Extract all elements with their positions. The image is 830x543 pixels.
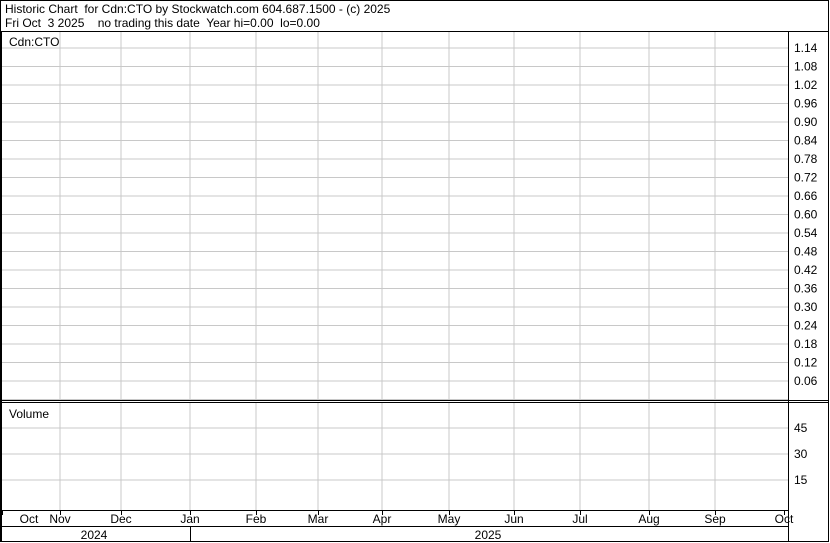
chart-outer-frame [0,0,829,542]
month-label: Jul [572,512,587,526]
price-tick-label: 0.96 [794,97,818,111]
month-label: Sep [704,512,726,526]
month-label: Jan [180,512,199,526]
month-label: Oct [775,512,794,526]
price-tick-label: 1.08 [794,60,818,74]
price-tick-label: 0.18 [794,337,818,351]
month-label: Jun [504,512,523,526]
month-label: Nov [49,512,70,526]
price-tick-label: 0.30 [794,300,818,314]
price-tick-label: 0.36 [794,282,818,296]
price-tick-label: 0.60 [794,208,818,222]
price-tick-label: 1.02 [794,78,818,92]
year-label: 2025 [475,528,502,542]
price-tick-label: 0.12 [794,356,818,370]
stock-chart: 1.14 1.08 1.02 0.96 0.90 0.84 0.78 0.72 0.66 0.60… [0,0,829,542]
symbol-label: Cdn:CTO [9,35,59,49]
price-tick-label: 0.42 [794,263,818,277]
month-label: Dec [110,512,131,526]
year-label: 2024 [81,528,108,542]
price-tick-label: 0.72 [794,171,818,185]
month-label: Apr [373,512,392,526]
month-label: Oct [20,512,39,526]
volume-tick-label: 30 [794,447,808,461]
price-tick-label: 0.66 [794,189,818,203]
month-label: May [438,512,461,526]
price-tick-label: 1.14 [794,41,818,55]
price-tick-label: 0.84 [794,134,818,148]
month-label: Feb [246,512,267,526]
volume-tick-label: 15 [794,473,808,487]
price-tick-label: 0.48 [794,245,818,259]
volume-label: Volume [9,407,49,421]
month-label: Mar [308,512,329,526]
volume-tick-label: 45 [794,421,808,435]
price-tick-label: 0.24 [794,319,818,333]
price-tick-label: 0.90 [794,115,818,129]
price-tick-label: 0.54 [794,226,818,240]
price-tick-label: 0.78 [794,152,818,166]
month-label: Aug [638,512,659,526]
price-tick-label: 0.06 [794,374,818,388]
